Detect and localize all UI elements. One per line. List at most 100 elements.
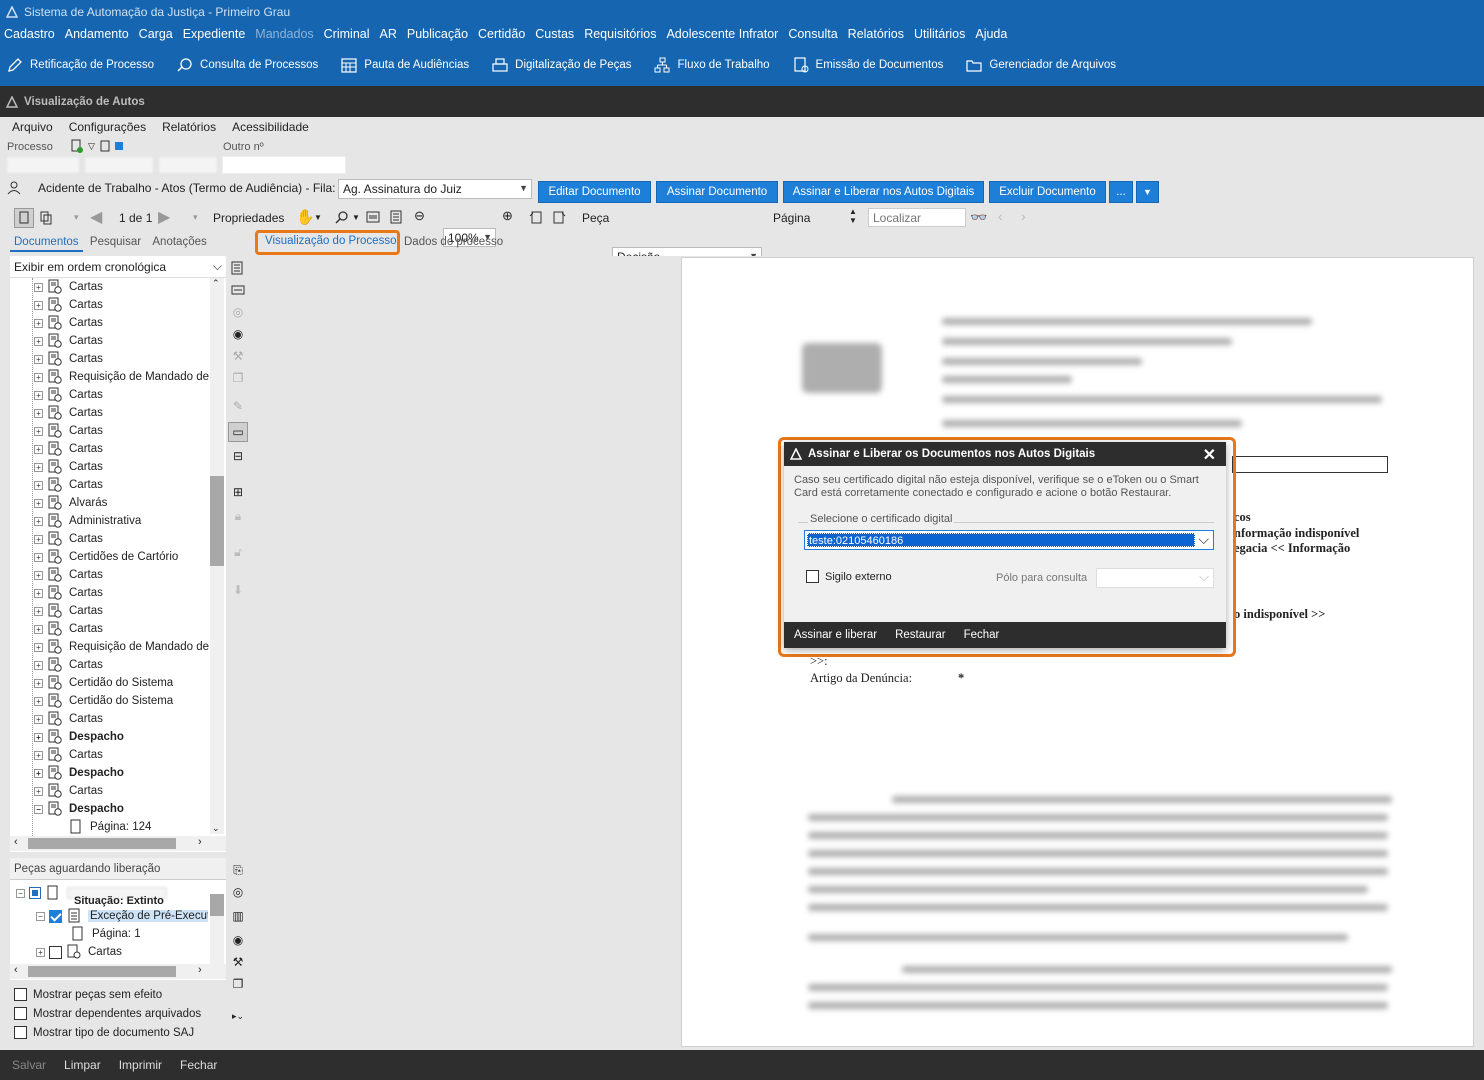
tipo-saj-checkbox[interactable] bbox=[14, 1026, 27, 1039]
tab-pesquisar[interactable]: Pesquisar bbox=[86, 234, 145, 250]
tree-item[interactable]: + Cartas bbox=[34, 422, 103, 440]
expand-icon[interactable]: + bbox=[34, 534, 43, 544]
expand-icon[interactable]: + bbox=[34, 570, 43, 580]
find-previous-icon[interactable]: ‹ bbox=[998, 208, 1003, 224]
tree-item[interactable]: − Despacho bbox=[34, 800, 124, 818]
expand-icon[interactable]: + bbox=[34, 696, 43, 706]
sem-efeito-option[interactable]: Mostrar peças sem efeito bbox=[14, 988, 162, 1001]
menu-item[interactable]: Andamento bbox=[65, 27, 129, 41]
assinar-liberar-action[interactable]: Assinar e liberar bbox=[794, 629, 877, 641]
fit-width-icon[interactable] bbox=[366, 210, 380, 224]
rotate-right-icon[interactable] bbox=[551, 209, 567, 225]
copy-icon[interactable]: ❐ bbox=[228, 974, 248, 994]
first-page-icon[interactable]: ▾ bbox=[74, 212, 79, 223]
sigilo-option[interactable]: Sigilo externo bbox=[806, 570, 892, 583]
menu-item[interactable]: Carga bbox=[139, 27, 173, 41]
tree-item[interactable]: + Cartas bbox=[34, 458, 103, 476]
document-add-icon[interactable] bbox=[70, 139, 84, 153]
zoom-icon[interactable] bbox=[334, 210, 350, 226]
menu-item[interactable]: Requisitórios bbox=[584, 27, 656, 41]
page-spinner-icon[interactable]: ▲ ▼ bbox=[849, 207, 857, 225]
expand-icon[interactable]: + bbox=[34, 786, 43, 796]
tab-anotacoes[interactable]: Anotações bbox=[148, 234, 210, 250]
partial-check-icon[interactable] bbox=[29, 887, 41, 899]
excecao-checkbox[interactable] bbox=[49, 909, 62, 923]
tree-node-icon[interactable]: ⊟ bbox=[228, 446, 248, 466]
sign-icon[interactable]: ✎ bbox=[228, 396, 248, 416]
limpar-button[interactable]: Limpar bbox=[64, 1058, 101, 1072]
tree-scrollbar[interactable]: ⌃ ⌄ bbox=[210, 278, 224, 834]
pending-excecao-row[interactable]: − Exceção de Pré-Executiv bbox=[36, 907, 208, 925]
expand-icon[interactable]: + bbox=[34, 552, 43, 562]
tree-item[interactable]: + Cartas bbox=[34, 332, 103, 350]
close-icon[interactable]: ✕ bbox=[1203, 445, 1216, 465]
digitalizacao-button[interactable]: Digitalização de Peças bbox=[491, 56, 631, 74]
salvar-button[interactable]: Salvar bbox=[12, 1058, 46, 1072]
assinar-liberar-button[interactable]: Assinar e Liberar nos Autos Digitais bbox=[783, 181, 984, 203]
certificate-disabled-icon[interactable]: ◎ bbox=[228, 302, 248, 322]
pending-scrollbar-thumb[interactable] bbox=[210, 894, 224, 916]
tree-item[interactable]: + Cartas bbox=[34, 476, 103, 494]
tree-collapse-icon[interactable] bbox=[228, 280, 248, 300]
scroll-right-icon[interactable]: › bbox=[198, 836, 202, 848]
search-cert-icon[interactable]: ◉ bbox=[228, 930, 248, 950]
expand-icon[interactable]: + bbox=[34, 480, 43, 490]
tree-item[interactable]: + Cartas bbox=[34, 584, 103, 602]
collapse-icon[interactable]: − bbox=[16, 888, 25, 898]
expand-icon[interactable]: + bbox=[34, 624, 43, 634]
chevron-down-icon[interactable]: ▼ bbox=[352, 213, 360, 222]
tree-item[interactable]: + Administrativa bbox=[34, 512, 141, 530]
menu-item[interactable]: Publicação bbox=[407, 27, 468, 41]
tree-item[interactable]: + Cartas bbox=[34, 782, 103, 800]
tree-expand-icon[interactable] bbox=[228, 258, 248, 278]
rotate-left-icon[interactable] bbox=[528, 209, 544, 225]
pending-scrollbar[interactable] bbox=[210, 894, 224, 964]
expand-icon[interactable]: + bbox=[34, 300, 43, 310]
collapse-icon[interactable]: − bbox=[34, 804, 43, 814]
last-page-icon[interactable]: ▾ bbox=[193, 212, 198, 223]
tree-item[interactable]: + Cartas bbox=[34, 620, 103, 638]
assinar-documento-button[interactable]: Assinar Documento bbox=[656, 181, 778, 203]
expand-icon[interactable]: + bbox=[34, 282, 43, 292]
tree-item[interactable]: + Cartas bbox=[34, 566, 103, 584]
tree-item[interactable]: + Cartas bbox=[34, 278, 103, 296]
scrollbar-thumb[interactable] bbox=[210, 476, 224, 566]
tree-item[interactable]: + Certidão do Sistema bbox=[34, 674, 173, 692]
tree-hscrollbar[interactable]: ‹ › bbox=[10, 836, 226, 851]
binoculars-icon[interactable]: 👓 bbox=[970, 209, 987, 226]
expand-icon[interactable]: + bbox=[34, 714, 43, 724]
expand-icon[interactable]: + bbox=[34, 462, 43, 472]
annotation-icon[interactable]: ▭ bbox=[228, 422, 248, 442]
pending-hscrollbar-thumb[interactable] bbox=[28, 966, 176, 977]
certificate-select[interactable]: teste:02105460186 ⌵ bbox=[804, 530, 1214, 550]
emissao-button[interactable]: Emissão de Documentos bbox=[792, 56, 943, 74]
pending-cartas-row[interactable]: + Cartas bbox=[36, 943, 122, 961]
sem-efeito-checkbox[interactable] bbox=[14, 988, 27, 1001]
copy-icon[interactable]: ❐ bbox=[228, 368, 248, 388]
menu-item[interactable]: Custas bbox=[535, 27, 574, 41]
gavel-icon[interactable]: ⚒ bbox=[228, 952, 248, 972]
localizar-input[interactable] bbox=[868, 208, 966, 227]
tree-item[interactable]: + Cartas bbox=[34, 386, 103, 404]
certificate-icon[interactable]: ◎ bbox=[228, 882, 248, 902]
tree-item[interactable]: + Cartas bbox=[34, 440, 103, 458]
retificacao-button[interactable]: Retificação de Processo bbox=[6, 56, 154, 74]
find-next-icon[interactable]: › bbox=[1021, 208, 1026, 224]
menu-item[interactable]: Consulta bbox=[788, 27, 837, 41]
tree-item[interactable]: + Despacho bbox=[34, 764, 124, 782]
menu-item[interactable]: AR bbox=[380, 27, 397, 41]
tree-item[interactable]: + Certidão do Sistema bbox=[34, 692, 173, 710]
select-tool-button[interactable] bbox=[14, 208, 34, 228]
expand-icon[interactable]: + bbox=[36, 947, 45, 957]
imprimir-button[interactable]: Imprimir bbox=[119, 1058, 162, 1072]
add-page-icon[interactable]: ⊞ bbox=[228, 482, 248, 502]
expand-icon[interactable]: + bbox=[34, 660, 43, 670]
menu-item[interactable]: Cadastro bbox=[4, 27, 55, 41]
tree-item[interactable]: + Despacho bbox=[34, 728, 124, 746]
order-select[interactable]: Exibir em ordem cronológica ⌵ bbox=[10, 256, 226, 278]
cartas-checkbox[interactable] bbox=[49, 945, 62, 959]
polo-select[interactable]: ⌵ bbox=[1096, 568, 1214, 588]
tree-item[interactable]: + Cartas bbox=[34, 656, 103, 674]
menu-item[interactable]: Adolescente Infrator bbox=[666, 27, 778, 41]
scroll-left-icon[interactable]: ‹ bbox=[14, 836, 18, 848]
